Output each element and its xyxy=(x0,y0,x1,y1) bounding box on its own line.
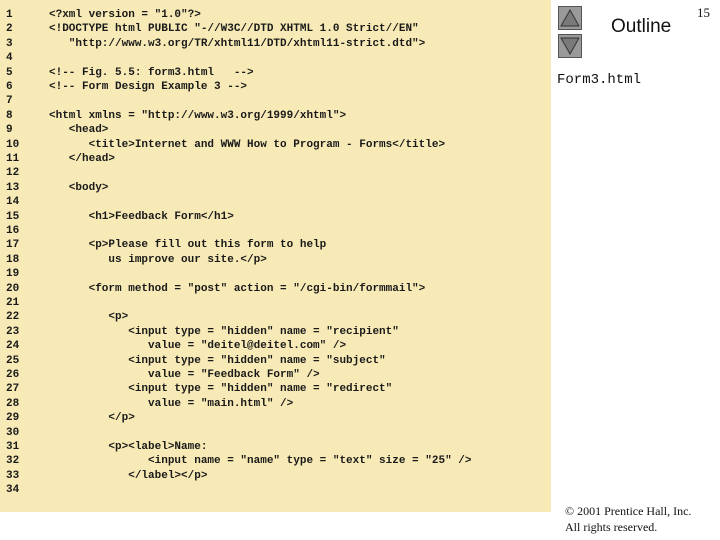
code-text: us improve our site.</p> xyxy=(49,253,267,266)
code-text: "http://www.w3.org/TR/xhtml11/DTD/xhtml1… xyxy=(49,37,426,50)
code-text: <title>Internet and WWW How to Program -… xyxy=(49,138,446,151)
line-number: 4 xyxy=(6,52,13,65)
code-text: <body> xyxy=(49,181,109,194)
code-text: <p> xyxy=(49,311,129,324)
line-number: 33 xyxy=(6,469,20,482)
line-number: 5 xyxy=(6,66,13,79)
line-number: 21 xyxy=(6,297,20,309)
line-number: 29 xyxy=(6,412,20,425)
line-number: 27 xyxy=(6,383,20,396)
line-number: 16 xyxy=(6,225,20,237)
line-number: 10 xyxy=(6,138,20,151)
line-number: 2 xyxy=(6,23,13,36)
line-number: 24 xyxy=(6,340,20,353)
line-number: 11 xyxy=(6,153,20,165)
line-number: 26 xyxy=(6,369,20,381)
code-text: value = "deitel@deitel.com" /> xyxy=(49,340,347,353)
line-number: 6 xyxy=(6,81,13,93)
code-text: </label></p> xyxy=(49,469,208,482)
code-text: <p>Please fill out this form to help xyxy=(49,239,327,252)
line-number: 20 xyxy=(6,282,20,295)
code-text: value = "Feedback Form" /> xyxy=(49,369,320,381)
line-number: 32 xyxy=(6,455,20,468)
code-text: <input type = "hidden" name = "redirect" xyxy=(49,383,393,396)
line-number: 30 xyxy=(6,426,20,439)
line-number: 34 xyxy=(6,484,20,497)
line-number: 19 xyxy=(6,268,20,281)
code-text: <!DOCTYPE html PUBLIC "-//W3C//DTD XHTML… xyxy=(49,23,419,36)
code-text: <!-- Fig. 5.5: form3.html --> xyxy=(49,66,254,79)
code-text: <input name = "name" type = "text" size … xyxy=(49,455,472,468)
outline-up-button[interactable] xyxy=(558,6,582,30)
code-text: value = "main.html" /> xyxy=(49,397,294,410)
line-number: 18 xyxy=(6,253,20,266)
triangle-up-icon xyxy=(560,8,580,27)
line-number: 3 xyxy=(6,37,13,50)
code-text: <form method = "post" action = "/cgi-bin… xyxy=(49,282,426,295)
line-number: 31 xyxy=(6,441,20,453)
code-listing-panel: 1 <?xml version = "1.0"?> 2 <!DOCTYPE html … xyxy=(0,0,551,512)
line-number: 28 xyxy=(6,397,20,410)
code-text: <p><label>Name: xyxy=(49,441,208,453)
line-number: 25 xyxy=(6,354,20,367)
copyright-notice: © 2001 Prentice Hall, Inc. All rights re… xyxy=(565,503,691,535)
copyright-line-1: © 2001 Prentice Hall, Inc. xyxy=(565,504,692,518)
outline-down-button[interactable] xyxy=(558,34,582,58)
code-text: <html xmlns = "http://www.w3.org/1999/xh… xyxy=(49,109,347,122)
file-name: Form3.html xyxy=(557,72,642,88)
line-number: 15 xyxy=(6,210,20,223)
code-text: <input type = "hidden" name = "recipient… xyxy=(49,325,399,338)
outline-title: Outline xyxy=(611,16,672,37)
line-number: 23 xyxy=(6,325,20,338)
copyright-line-2: All rights reserved. xyxy=(565,520,658,534)
line-number: 12 xyxy=(6,167,20,180)
line-number: 1 xyxy=(6,9,13,21)
line-number: 7 xyxy=(6,95,13,108)
code-text: <head> xyxy=(49,124,109,137)
line-number: 8 xyxy=(6,109,13,122)
page-number: 15 xyxy=(697,5,710,20)
line-number: 13 xyxy=(6,181,20,194)
line-number: 14 xyxy=(6,196,20,209)
triangle-down-icon xyxy=(560,37,580,56)
code-text: </head> xyxy=(49,153,116,165)
line-number: 9 xyxy=(6,124,13,137)
code-text: <?xml version = "1.0"?> xyxy=(49,9,201,21)
code-text: <input type = "hidden" name = "subject" xyxy=(49,354,386,367)
line-number: 17 xyxy=(6,239,20,252)
line-number: 22 xyxy=(6,311,20,324)
code-text: <!-- Form Design Example 3 --> xyxy=(49,81,248,93)
code-text: </p> xyxy=(49,412,135,425)
code-text: <h1>Feedback Form</h1> xyxy=(49,210,234,223)
